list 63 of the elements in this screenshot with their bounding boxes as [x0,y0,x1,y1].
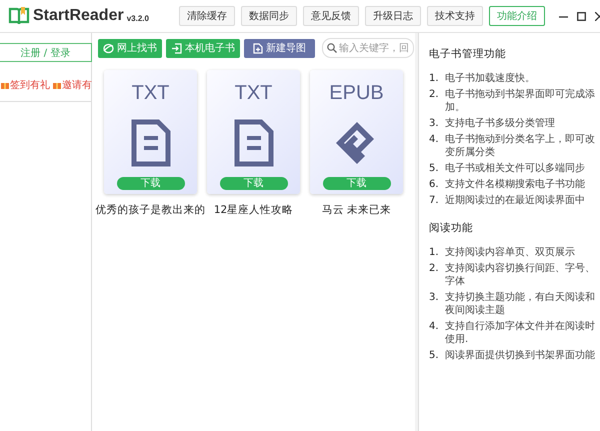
format-label: TXT [234,82,272,105]
list-number: 7. [429,194,440,207]
format-label: EPUB [329,82,384,105]
close-icon[interactable] [595,12,600,20]
feature-text: 支持文件名模糊搜索电子书功能 [445,178,585,191]
feature-text: 支持切换主题功能，有白天阅读和夜间阅读主题 [445,291,596,317]
download-button[interactable]: 下载 [322,177,390,190]
book-logo-icon [8,6,30,26]
toolbar-button[interactable]: 清除缓存 [179,6,235,26]
feature-text: 电子书拖动到分类名字上，即可改变所属分类 [445,133,596,159]
toolbar-button[interactable]: 网上找书 [98,38,162,58]
list-number: 2. [429,88,440,102]
toolbar-button[interactable]: 升级日志 [365,6,421,26]
book-title: 12星座人性攻略 [214,203,294,217]
document-icon [234,119,274,167]
list-number: 3. [429,117,440,130]
feature-text: 阅读界面提供切换到书架界面功能 [445,349,595,362]
document-icon [130,119,170,167]
feature-text: 近期阅读过的在最近阅读界面中 [445,194,585,207]
toolbar-button[interactable]: 数据同步 [241,6,297,26]
feature-text: 支持自行添加字体文件并在阅读时使用. [445,320,596,346]
gift-icon [1,81,9,89]
login-button[interactable]: 注册 / 登录 [0,43,92,62]
list-number: 3. [429,291,440,305]
list-number: 1. [429,246,440,259]
list-number: 5. [429,162,440,175]
list-number: 5. [429,349,440,362]
book-title: 马云 未来已来 [322,203,392,217]
list-number: 4. [429,133,440,147]
section-title: 阅读功能 [429,221,474,235]
toolbar-button[interactable]: 技术支持 [427,6,483,26]
book-title: 优秀的孩子是教出来的 [96,203,206,217]
feature-text: 电子书或相关文件可以多端同步 [445,162,585,175]
globe-icon [103,42,114,54]
toolbar-button[interactable]: 本机电子书 [166,38,240,58]
sidebar-link[interactable]: 邀请有 [62,78,92,92]
format-label: TXT [132,82,170,105]
feature-text: 电子书拖动到书架界面即可完成添加。 [445,88,596,114]
book-cover[interactable]: TXT 下载 [207,70,300,194]
app-name: StartReader [33,7,124,25]
book-cover[interactable]: TXT 下载 [104,70,197,194]
feature-text: 支持电子书多级分类管理 [445,117,555,130]
list-number: 1. [429,72,440,85]
download-button[interactable]: 下载 [220,177,288,190]
sidebar-link[interactable]: 签到有礼 [10,78,50,92]
section-title: 电子书管理功能 [429,47,507,61]
book-cover[interactable]: EPUB 下载 [310,70,403,194]
toolbar-button[interactable]: 意见反馈 [303,6,359,26]
feature-text: 支持阅读内容单页、双页展示 [445,246,575,259]
list-number: 6. [429,178,440,191]
maximize-icon[interactable] [577,12,586,20]
download-button[interactable]: 下载 [116,177,184,190]
app-version: v3.2.0 [126,14,149,23]
feature-text: 支持阅读内容切换行间距、字号、字体 [445,262,596,288]
toolbar-button[interactable]: 功能介绍 [489,6,545,26]
gift-icon [53,81,61,89]
feature-text: 电子书加载速度快。 [445,72,535,85]
list-number: 2. [429,262,440,276]
new-file-icon [253,42,263,54]
list-number: 4. [429,320,440,334]
toolbar-button[interactable]: 新建导图 [244,38,315,58]
search-icon [327,43,337,53]
import-icon [171,42,182,54]
